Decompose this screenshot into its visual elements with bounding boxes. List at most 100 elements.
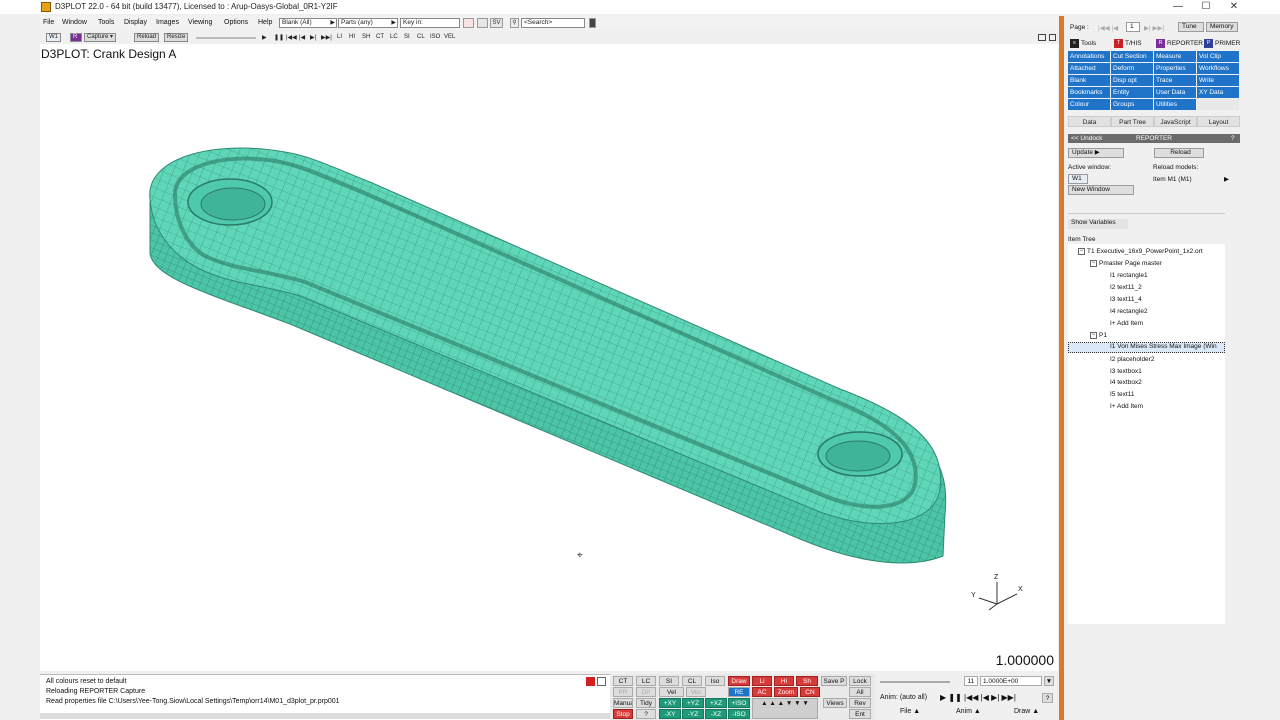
tree-item[interactable]: I1 rectangle1 [1110, 272, 1148, 279]
all-button[interactable]: All [849, 687, 871, 697]
tree-item[interactable]: I4 textbox2 [1110, 379, 1142, 386]
minus-xz-button[interactable]: -XZ [705, 709, 727, 719]
reload-button[interactable]: Reload [134, 33, 160, 42]
ac-button[interactable]: AC [752, 687, 772, 697]
sv-icon[interactable]: SV [490, 18, 503, 28]
anim-draw-menu[interactable]: Draw ▲ [1014, 708, 1039, 715]
colour-button[interactable]: Colour [1068, 99, 1110, 110]
timeline-slider[interactable] [196, 37, 256, 39]
tab-javascript[interactable]: JavaScript [1154, 116, 1197, 127]
menu-help[interactable]: Help [258, 19, 272, 26]
comp-hi[interactable]: HI [349, 34, 355, 40]
manual-button[interactable]: Manual [613, 698, 633, 708]
xy-data-button[interactable]: XY Data [1197, 87, 1239, 98]
vel-button[interactable]: Vel [659, 687, 684, 697]
parts-combo[interactable]: Parts (any) ▶ [338, 18, 398, 28]
window-w1-button[interactable]: W1 [46, 33, 61, 42]
tab-data[interactable]: Data [1068, 116, 1111, 127]
menu-viewing[interactable]: Viewing [188, 19, 212, 26]
maximize-button[interactable]: ☐ [1194, 0, 1218, 14]
groups-button[interactable]: Groups [1111, 99, 1153, 110]
collapse-icon[interactable]: − [1090, 260, 1097, 267]
write-button[interactable]: Write [1197, 75, 1239, 86]
reload-panel-button[interactable]: Reload [1154, 148, 1204, 158]
menu-window[interactable]: Window [62, 19, 87, 26]
tab-primer[interactable]: P PRIMER [1204, 38, 1240, 49]
message-scrollbar[interactable] [40, 713, 610, 719]
lc-button[interactable]: LC [636, 676, 656, 686]
comp-si[interactable]: SI [404, 34, 410, 40]
tree-item[interactable]: I2 text11_2 [1110, 284, 1142, 291]
bookmark-icon[interactable] [589, 18, 596, 28]
re-button[interactable]: RE [728, 687, 750, 697]
workflows-button[interactable]: Workflows [1197, 63, 1239, 74]
minimize-button[interactable]: — [1166, 0, 1190, 14]
tab-tools[interactable]: ≡ Tools [1070, 38, 1096, 49]
plus-xy-button[interactable]: +XY [659, 698, 681, 708]
plus-xz-button[interactable]: +XZ [705, 698, 727, 708]
add-item[interactable]: I+ Add Item [1110, 403, 1143, 410]
ent-button[interactable]: Ent [849, 709, 871, 719]
active-window-button[interactable]: W1 [1068, 174, 1088, 184]
cl-button[interactable]: CL [682, 676, 702, 686]
tree-item[interactable]: I3 textbox1 [1110, 368, 1142, 375]
window-close-icon[interactable] [1049, 34, 1056, 41]
frame-input[interactable]: 11 [964, 676, 978, 686]
comp-iso[interactable]: ISO [430, 34, 440, 40]
tree-item[interactable]: I5 text11 [1110, 391, 1134, 398]
filter-icon[interactable] [463, 18, 474, 28]
undock-button[interactable]: << Undock [1071, 134, 1102, 143]
ct-button[interactable]: CT [613, 676, 633, 686]
menu-file[interactable]: File [43, 19, 54, 26]
add-item[interactable]: I+ Add Item [1110, 320, 1143, 327]
draw-button[interactable]: Draw [728, 676, 750, 686]
blank-combo[interactable]: Blank (All) ▶ [279, 18, 337, 28]
menu-images[interactable]: Images [156, 19, 179, 26]
last-frame-icon[interactable]: ▶▶| [321, 34, 332, 41]
minus-yz-button[interactable]: -YZ [682, 709, 704, 719]
resize-button[interactable]: Resize [164, 33, 189, 42]
blank-button[interactable]: Blank [1068, 75, 1110, 86]
comp-vel[interactable]: VEL [444, 34, 455, 40]
measure-button[interactable]: Measure [1154, 51, 1196, 62]
tree-root[interactable]: − T1 Executive_16x9_PowerPoint_1x2.ort [1078, 248, 1203, 255]
comp-sh[interactable]: SH [362, 34, 370, 40]
new-window-button[interactable]: New Window [1068, 185, 1134, 195]
menu-tools[interactable]: Tools [98, 19, 114, 26]
prev-frame-icon[interactable]: |◀ [299, 34, 305, 41]
views-button[interactable]: Views [823, 698, 847, 708]
tidy-button[interactable]: Tidy [636, 698, 656, 708]
iso-button[interactable]: Iso [705, 676, 725, 686]
collapse-icon[interactable]: − [1078, 248, 1085, 255]
play-icon[interactable]: ▶ [262, 34, 267, 41]
tree-item[interactable]: I3 text11_4 [1110, 296, 1142, 303]
comp-ct[interactable]: CT [376, 34, 384, 40]
help-button[interactable]: ? [636, 709, 656, 719]
save-p-button[interactable]: Save P [821, 676, 847, 686]
window-maximize-icon[interactable] [1038, 34, 1046, 41]
graphics-viewport[interactable]: D3PLOT: Crank Design A ⌖ Z X Y 1.000000 [40, 44, 1058, 671]
tab-this[interactable]: T T/HIS [1114, 38, 1142, 49]
rev-button[interactable]: Rev [849, 698, 871, 708]
comp-li[interactable]: LI [337, 34, 342, 40]
search-input[interactable]: <Search> [521, 18, 585, 28]
help-icon[interactable]: ? [1231, 134, 1235, 143]
comp-cl[interactable]: CL [417, 34, 425, 40]
tree-item-selected[interactable]: I1 Von Mises Stress Max Image (Win [1068, 342, 1225, 353]
properties-button[interactable]: Properties [1154, 63, 1196, 74]
attached-button[interactable]: Attached [1068, 63, 1110, 74]
page-next-icons[interactable]: ▶| ▶▶| [1144, 24, 1164, 32]
tree-master[interactable]: − Pmaster Page master [1090, 260, 1162, 267]
capture-button[interactable]: Capture ▾ [84, 33, 117, 42]
disp-opt-button[interactable]: Disp opt [1111, 75, 1153, 86]
close-button[interactable]: ✕ [1222, 0, 1246, 14]
entity-button[interactable]: Entity [1111, 87, 1153, 98]
si-button[interactable]: SI [659, 676, 679, 686]
pause-icon[interactable]: ❚❚ [274, 34, 284, 41]
image-icon[interactable] [477, 18, 488, 28]
page-input[interactable]: 1 [1126, 22, 1140, 32]
tune-button[interactable]: Tune [1178, 22, 1204, 32]
user-data-button[interactable]: User Data [1154, 87, 1196, 98]
collapse-icon[interactable]: − [1090, 332, 1097, 339]
chevron-down-icon[interactable]: ▼ [1044, 676, 1054, 686]
